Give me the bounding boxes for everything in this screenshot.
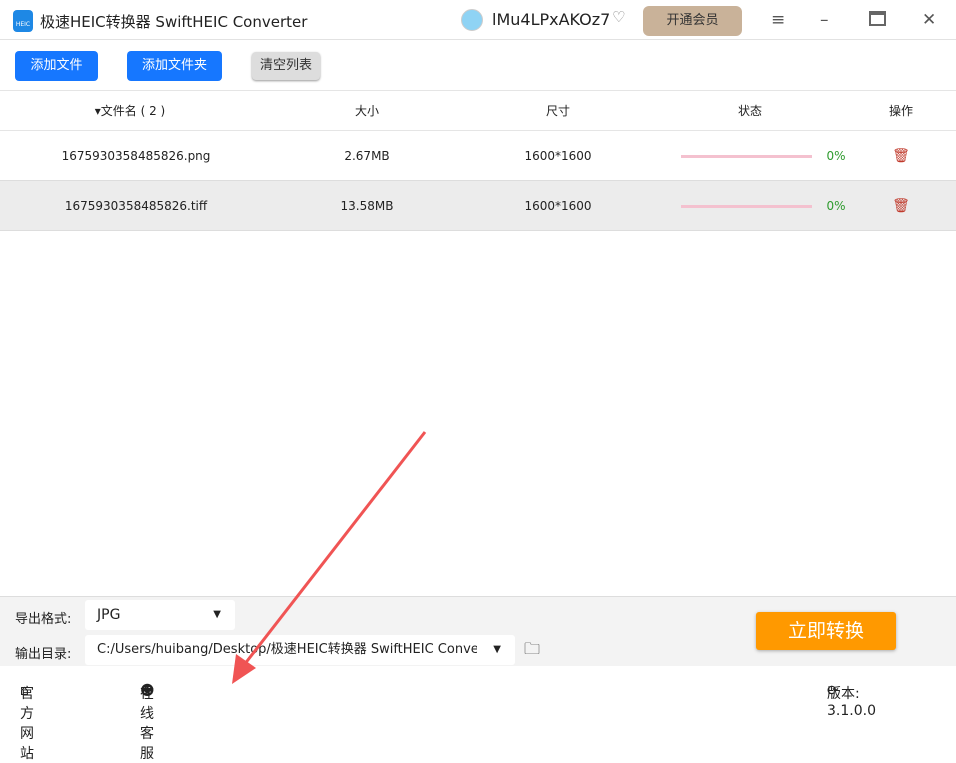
annotation-arrow [232,431,427,684]
